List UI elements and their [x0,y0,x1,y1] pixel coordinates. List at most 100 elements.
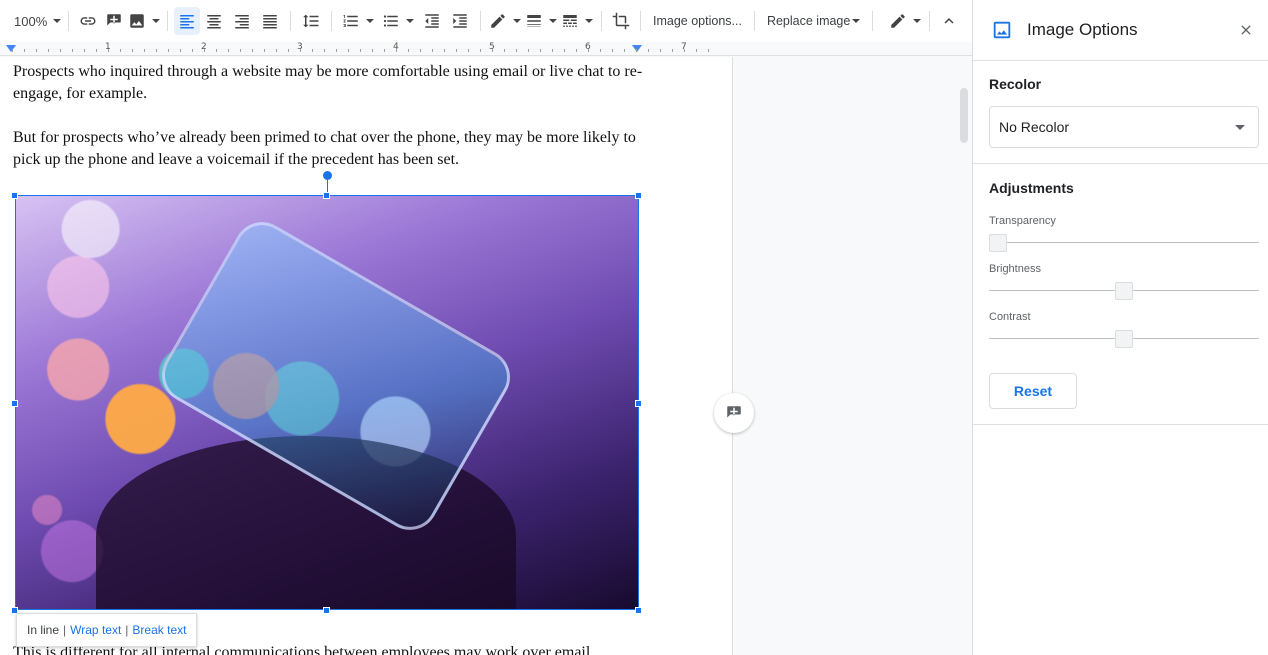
image-content [16,196,638,609]
chevron-down-icon [852,19,861,23]
line-dash-icon [563,15,577,27]
crop-icon [612,12,630,30]
transparency-slider-thumb[interactable] [989,234,1007,252]
wrap-text-option[interactable]: Wrap text [70,623,121,637]
editing-mode-button[interactable] [887,7,923,35]
transparency-slider-track[interactable] [989,242,1259,243]
ruler-tick [612,49,613,52]
chevron-down-icon [549,19,557,23]
bulleted-list-button[interactable] [378,7,418,35]
ruler-tick [288,49,289,52]
resize-handle[interactable] [635,400,642,407]
ruler-tick [60,49,61,52]
ruler-tick [384,49,385,52]
brightness-slider-thumb[interactable] [1115,282,1133,300]
recolor-title: Recolor [989,76,1042,92]
hide-menus-button[interactable] [936,7,962,35]
panel-header: Image Options [973,0,1268,61]
resize-handle[interactable] [11,400,18,407]
google-docs-app: 100% Image options... Replace image 1 2 … [0,0,1268,655]
ruler-tick [240,49,241,52]
ruler-tick [120,49,121,52]
border-color-button[interactable] [487,7,523,35]
border-weight-button[interactable] [523,7,559,35]
ruler-tick [444,49,445,52]
insert-image-button[interactable] [127,7,161,35]
toolbar-divider [480,11,481,31]
left-indent-marker[interactable] [6,45,16,52]
chevron-down-icon [585,19,593,23]
ruler-tick [432,49,433,52]
chevron-down-icon [1235,125,1245,130]
increase-indent-button[interactable] [446,7,474,35]
scrollbar-thumb[interactable] [960,88,968,143]
insert-link-button[interactable] [75,7,101,35]
right-indent-marker[interactable] [632,45,642,52]
reset-button[interactable]: Reset [989,373,1077,409]
ruler-tick [276,49,277,52]
toolbar: 100% Image options... Replace image [0,0,972,42]
zoom-select[interactable]: 100% [8,7,62,35]
ruler-tick [396,49,397,52]
close-icon[interactable] [1238,22,1254,38]
ruler-tick [648,49,649,52]
resize-handle[interactable] [635,192,642,199]
resize-handle[interactable] [323,607,330,614]
align-left-button[interactable] [174,7,200,35]
document-page[interactable]: Prospects who inquired through a website… [0,57,733,655]
pencil-icon [491,14,505,28]
chevron-down-icon [366,19,374,23]
break-text-option[interactable]: Break text [132,623,186,637]
contrast-slider-thumb[interactable] [1115,330,1133,348]
ruler-tick [708,49,709,52]
toolbar-divider [167,11,168,31]
brightness-label: Brightness [989,263,1041,275]
ruler-tick [24,49,25,52]
ruler-tick [228,49,229,52]
toolbar-divider [290,11,291,31]
resize-handle[interactable] [323,192,330,199]
paragraph[interactable]: Prospects who inquired through a website… [13,61,653,105]
add-comment-float-button[interactable] [714,393,754,433]
panel-title: Image Options [1027,20,1138,39]
resize-handle[interactable] [11,192,18,199]
recolor-select[interactable]: No Recolor [989,106,1259,148]
add-comment-button[interactable] [101,7,127,35]
divider [973,163,1268,164]
separator: | [125,623,129,637]
selected-image[interactable] [15,195,639,610]
ruler-tick [108,49,109,52]
crop-image-button[interactable] [608,7,634,35]
decrease-indent-button[interactable] [418,7,446,35]
toolbar-divider [640,11,641,31]
ruler-tick [456,49,457,52]
image-options-button[interactable]: Image options... [647,7,748,35]
paragraph[interactable]: But for prospects who’ve already been pr… [13,127,653,171]
inline-option[interactable]: In line [27,623,59,637]
ruler-tick [204,49,205,52]
line-spacing-button[interactable] [297,7,325,35]
replace-image-button[interactable]: Replace image [761,7,866,35]
ruler-tick [72,49,73,52]
toolbar-divider [753,11,755,31]
ruler-tick [156,49,157,52]
numbered-list-button[interactable] [338,7,378,35]
ruler-tick [552,49,553,52]
toolbar-divider [601,11,602,31]
pencil-icon [891,14,906,28]
ruler-tick [144,49,145,52]
ruler-tick [576,49,577,52]
resize-handle[interactable] [635,607,642,614]
image-icon [130,14,144,28]
border-dash-button[interactable] [559,7,595,35]
ruler-tick [408,49,409,52]
align-right-button[interactable] [228,7,256,35]
align-center-button[interactable] [200,7,228,35]
zoom-value: 100% [14,13,48,29]
ruler-tick [360,49,361,52]
ruler[interactable]: 1 2 3 4 5 6 7 [0,42,972,56]
ruler-tick [684,49,685,52]
indent-increase-icon [453,14,467,28]
chevron-down-icon [513,19,521,23]
justify-button[interactable] [256,7,284,35]
